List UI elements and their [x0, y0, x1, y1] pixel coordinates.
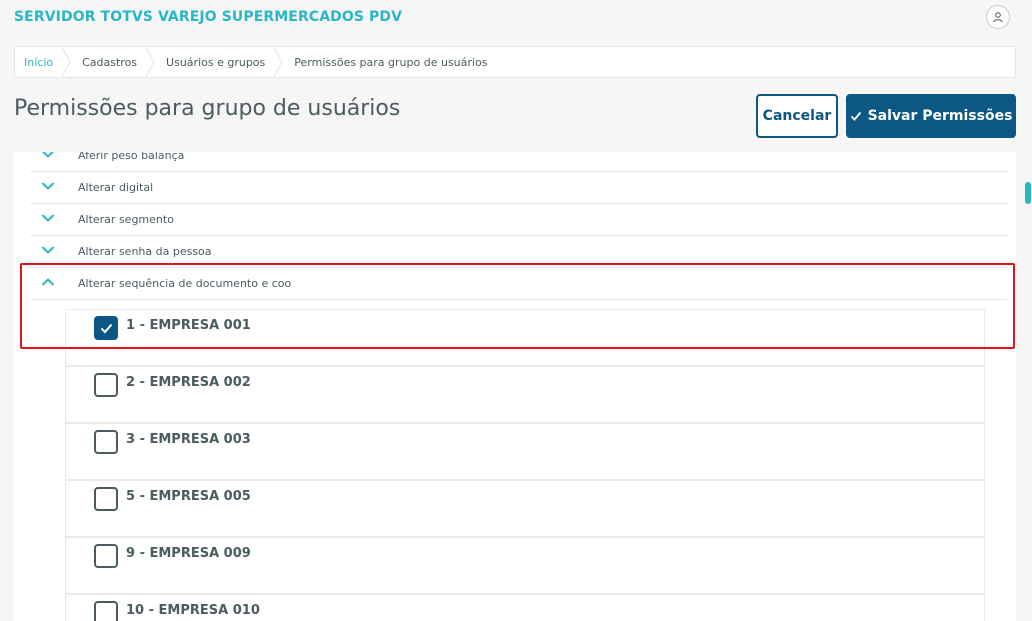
breadcrumb-item-inicio[interactable]: Início — [15, 47, 71, 77]
company-label: 1 - EMPRESA 001 — [126, 318, 251, 333]
permission-label: Aferir peso balança — [78, 152, 185, 162]
company-checkbox[interactable] — [94, 544, 118, 568]
permission-row[interactable]: Alterar segmento — [30, 204, 1008, 236]
top-bar: SERVIDOR TOTVS VAREJO SUPERMERCADOS PDV — [0, 0, 1032, 40]
company-item: 1 - EMPRESA 001 — [65, 309, 985, 366]
breadcrumb-item-current: Permissões para grupo de usuários — [281, 47, 503, 77]
permission-label: Alterar digital — [78, 181, 154, 194]
save-permissions-button[interactable]: Salvar Permissões — [846, 94, 1016, 138]
save-button-label: Salvar Permissões — [867, 108, 1013, 124]
permission-label: Alterar segmento — [78, 213, 174, 226]
check-icon — [850, 111, 861, 121]
cancel-button[interactable]: Cancelar — [756, 94, 838, 138]
company-label: 5 - EMPRESA 005 — [126, 489, 251, 504]
company-checkbox[interactable] — [94, 487, 118, 511]
breadcrumb-item-cadastros[interactable]: Cadastros — [69, 47, 155, 77]
company-list: 1 - EMPRESA 001 2 - EMPRESA 002 3 - EMPR… — [65, 309, 985, 621]
check-icon — [100, 323, 113, 334]
chevron-down-icon[interactable] — [41, 152, 55, 159]
permission-row[interactable]: Aferir peso balança — [30, 152, 1008, 172]
company-checkbox[interactable] — [94, 430, 118, 454]
company-item: 5 - EMPRESA 005 — [65, 480, 985, 537]
breadcrumb-label: Cadastros — [82, 55, 138, 69]
company-item: 2 - EMPRESA 002 — [65, 366, 985, 423]
breadcrumb: Início Cadastros Usuários e grupos Permi… — [14, 46, 1016, 78]
company-label: 2 - EMPRESA 002 — [126, 375, 251, 390]
permission-row[interactable]: Alterar senha da pessoa — [30, 236, 1008, 268]
company-checkbox[interactable] — [94, 373, 118, 397]
company-checkbox[interactable] — [94, 316, 118, 340]
company-label: 3 - EMPRESA 003 — [126, 432, 251, 447]
permissions-panel: Aferir peso balança Alterar digital Alte… — [14, 152, 1016, 621]
breadcrumb-label: Início — [24, 55, 54, 69]
chevron-down-icon[interactable] — [41, 213, 55, 223]
user-button[interactable] — [986, 5, 1010, 29]
company-item: 10 - EMPRESA 010 — [65, 594, 985, 621]
chevron-up-icon[interactable] — [41, 277, 55, 287]
company-item: 3 - EMPRESA 003 — [65, 423, 985, 480]
permission-label: Alterar sequência de documento e coo — [78, 277, 292, 290]
breadcrumb-item-usuarios-grupos[interactable]: Usuários e grupos — [153, 47, 283, 77]
chevron-down-icon[interactable] — [41, 181, 55, 191]
permission-row-expanded[interactable]: Alterar sequência de documento e coo — [30, 268, 1008, 300]
company-label: 9 - EMPRESA 009 — [126, 546, 251, 561]
scrollbar-thumb[interactable] — [1025, 182, 1031, 204]
user-icon — [993, 12, 1003, 23]
company-checkbox[interactable] — [94, 601, 118, 621]
company-label: 10 - EMPRESA 010 — [126, 603, 260, 618]
page-title: Permissões para grupo de usuários — [14, 96, 401, 121]
permission-label: Alterar senha da pessoa — [78, 245, 212, 258]
breadcrumb-label: Permissões para grupo de usuários — [294, 55, 488, 69]
app-title: SERVIDOR TOTVS VAREJO SUPERMERCADOS PDV — [14, 9, 403, 25]
chevron-down-icon[interactable] — [41, 245, 55, 255]
company-item: 9 - EMPRESA 009 — [65, 537, 985, 594]
permission-row[interactable]: Alterar digital — [30, 172, 1008, 204]
breadcrumb-label: Usuários e grupos — [166, 55, 266, 69]
